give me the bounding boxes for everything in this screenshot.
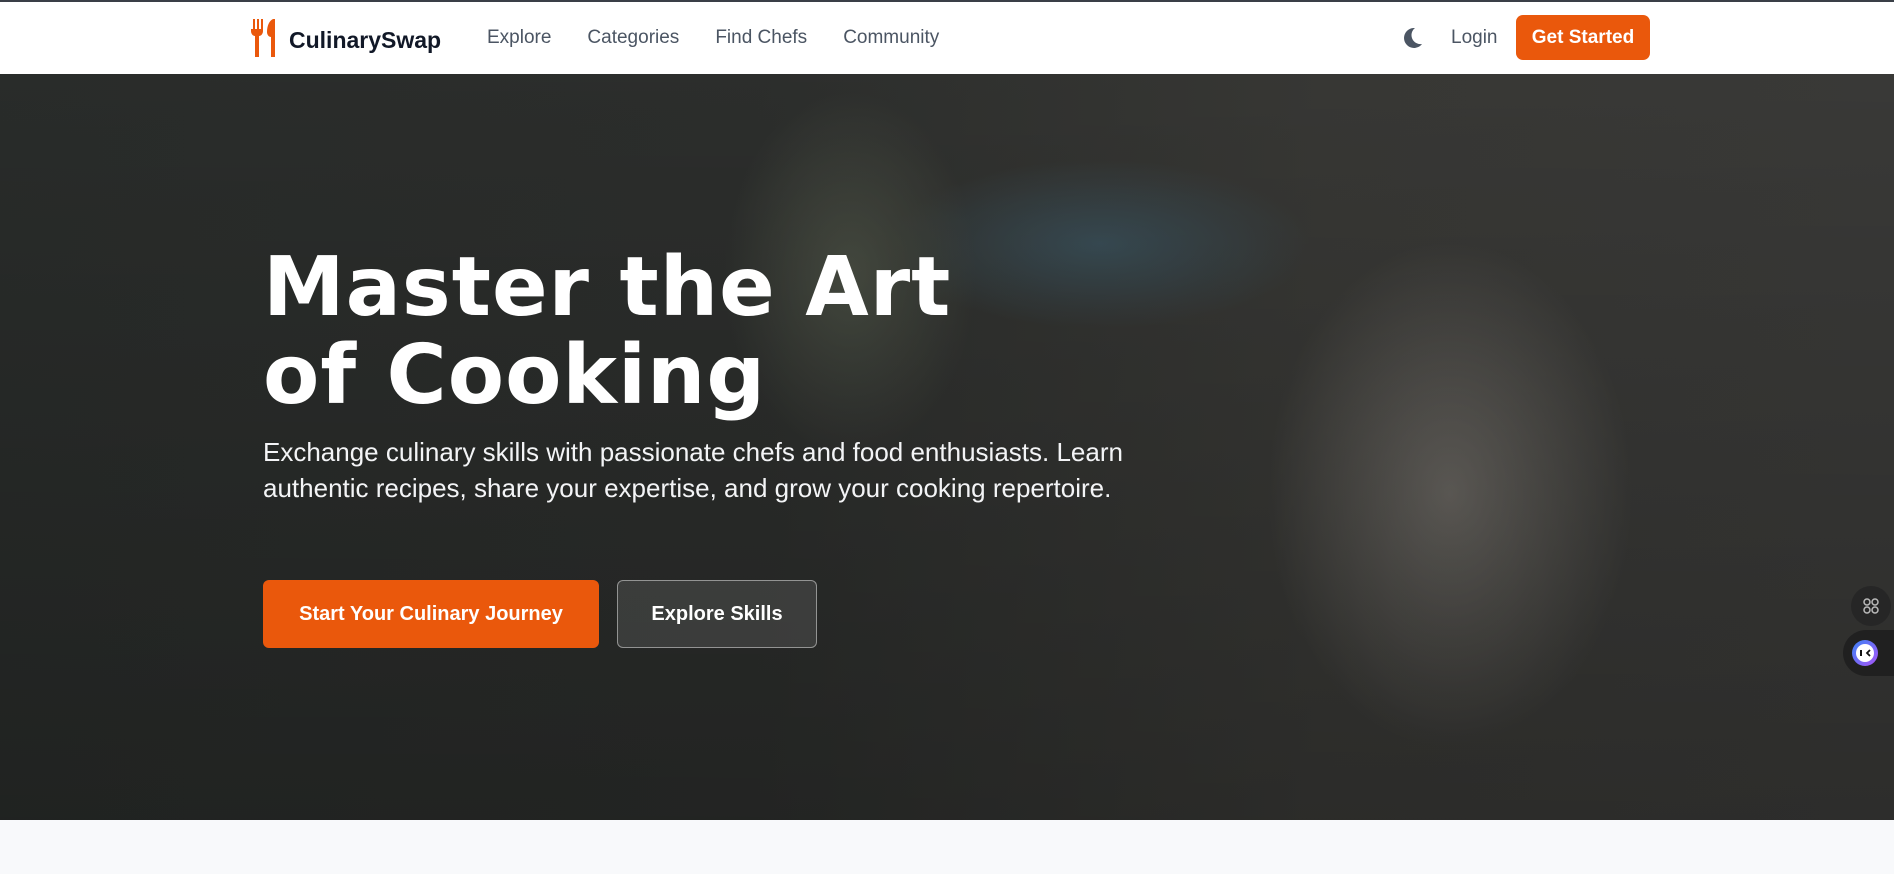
moon-icon[interactable] [1401,27,1423,54]
assistant-avatar-icon[interactable] [1843,630,1894,676]
brand-name: CulinarySwap [289,27,442,53]
next-section [0,820,1894,874]
fork-knife-icon [249,19,279,62]
grid-icon[interactable] [1851,586,1891,626]
explore-skills-button[interactable]: Explore Skills [617,580,817,648]
nav-community[interactable]: Community [843,27,939,49]
nav-categories[interactable]: Categories [587,27,679,49]
start-journey-button[interactable]: Start Your Culinary Journey [263,580,599,648]
brand-logo[interactable]: CulinarySwap [249,19,441,62]
nav-explore[interactable]: Explore [487,27,551,49]
main-nav: Explore Categories Find Chefs Community [487,2,939,74]
hero-subtitle: Exchange culinary skills with passionate… [263,437,1123,503]
nav-find-chefs[interactable]: Find Chefs [715,27,807,49]
login-link[interactable]: Login [1451,27,1498,49]
hero-section: Master the Art of Cooking Exchange culin… [0,74,1894,820]
hero-title: Master the Art of Cooking [263,240,952,423]
navbar: CulinarySwap Explore Categories Find Che… [0,2,1894,74]
get-started-button[interactable]: Get Started [1516,15,1650,60]
